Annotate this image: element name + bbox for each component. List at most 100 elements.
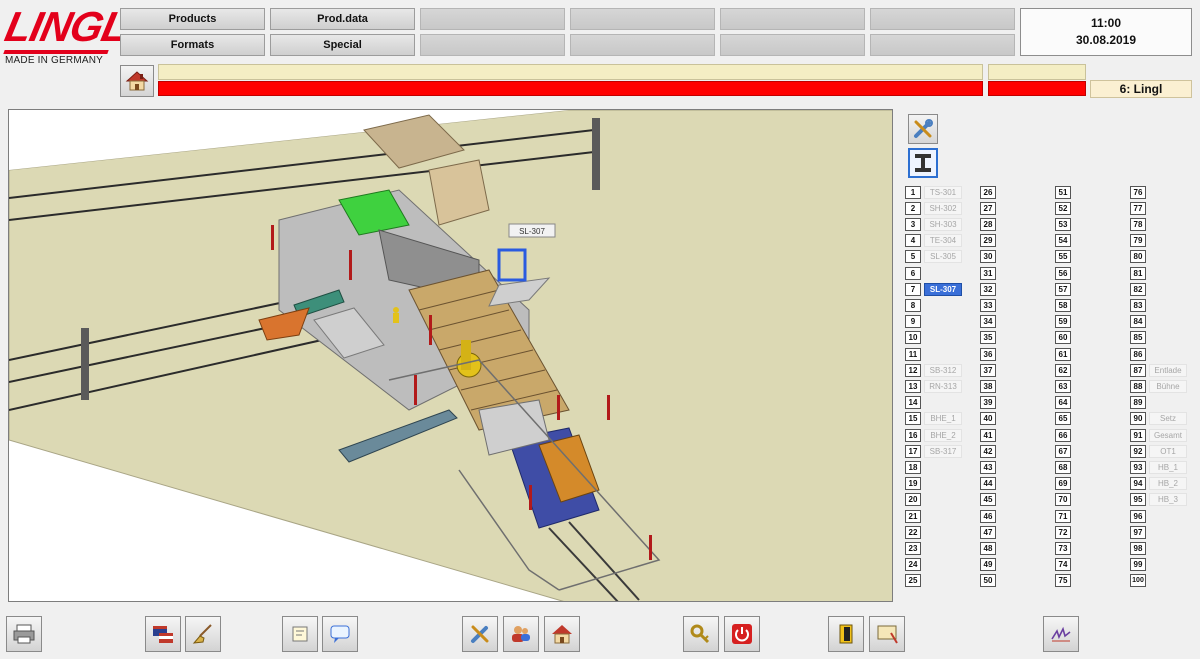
station-label[interactable]: BHE_2 [924, 428, 962, 442]
station-row[interactable]: 41 [980, 428, 996, 442]
station-row[interactable]: 72 [1055, 525, 1071, 539]
station-number[interactable]: 66 [1055, 428, 1071, 442]
station-number[interactable]: 84 [1130, 315, 1146, 329]
station-number[interactable]: 14 [905, 396, 921, 410]
station-row[interactable]: 8 [905, 298, 962, 312]
station-label[interactable]: RN-313 [924, 379, 962, 393]
station-number[interactable]: 77 [1130, 201, 1146, 215]
station-number[interactable]: 22 [905, 525, 921, 539]
station-row[interactable]: 6 [905, 266, 962, 280]
station-label[interactable]: SB-317 [924, 444, 962, 458]
station-number[interactable]: 9 [905, 315, 921, 329]
station-number[interactable]: 60 [1055, 331, 1071, 345]
station-number[interactable]: 62 [1055, 363, 1071, 377]
station-row[interactable]: 100 [1130, 574, 1187, 588]
station-row[interactable]: 96 [1130, 509, 1187, 523]
station-number[interactable]: 36 [980, 347, 996, 361]
station-row[interactable]: 55 [1055, 250, 1071, 264]
station-number[interactable]: 56 [1055, 266, 1071, 280]
station-number[interactable]: 41 [980, 428, 996, 442]
station-row[interactable]: 10 [905, 331, 962, 345]
station-row[interactable]: 46 [980, 509, 996, 523]
station-number[interactable]: 70 [1055, 493, 1071, 507]
station-label[interactable]: SL-307 [924, 282, 962, 296]
station-row[interactable]: 21 [905, 509, 962, 523]
station-number[interactable]: 69 [1055, 477, 1071, 491]
exit-button[interactable] [828, 616, 864, 652]
station-row[interactable]: 93 HB_1 [1130, 460, 1187, 474]
station-number[interactable]: 73 [1055, 541, 1071, 555]
station-number[interactable]: 63 [1055, 379, 1071, 393]
station-number[interactable]: 20 [905, 493, 921, 507]
station-number[interactable]: 92 [1130, 444, 1146, 458]
station-row[interactable]: 36 [980, 347, 996, 361]
users-button[interactable] [503, 616, 539, 652]
station-number[interactable]: 39 [980, 396, 996, 410]
station-label[interactable]: OT1 [1149, 444, 1187, 458]
station-row[interactable]: 24 [905, 558, 962, 572]
station-label[interactable]: Bühne [1149, 379, 1187, 393]
station-number[interactable]: 82 [1130, 282, 1146, 296]
station-number[interactable]: 17 [905, 444, 921, 458]
station-number[interactable]: 75 [1055, 574, 1071, 588]
station-row[interactable]: 16 BHE_2 [905, 428, 962, 442]
station-row[interactable]: 28 [980, 217, 996, 231]
station-number[interactable]: 27 [980, 201, 996, 215]
power-button[interactable] [724, 616, 760, 652]
station-row[interactable]: 4 TE-304 [905, 234, 962, 248]
station-number[interactable]: 19 [905, 477, 921, 491]
station-row[interactable]: 49 [980, 558, 996, 572]
station-number[interactable]: 5 [905, 250, 921, 264]
station-row[interactable]: 69 [1055, 477, 1071, 491]
menu-prod-data-button[interactable]: Prod.data [270, 8, 415, 30]
station-row[interactable]: 34 [980, 315, 996, 329]
station-label[interactable]: HB_2 [1149, 477, 1187, 491]
station-number[interactable]: 38 [980, 379, 996, 393]
station-row[interactable]: 20 [905, 493, 962, 507]
station-row[interactable]: 61 [1055, 347, 1071, 361]
station-row[interactable]: 87 Entlade [1130, 363, 1187, 377]
station-label[interactable]: BHE_1 [924, 412, 962, 426]
station-number[interactable]: 96 [1130, 509, 1146, 523]
station-number[interactable]: 58 [1055, 298, 1071, 312]
station-row[interactable]: 52 [1055, 201, 1071, 215]
station-row[interactable]: 63 [1055, 379, 1071, 393]
station-row[interactable]: 13 RN-313 [905, 379, 962, 393]
station-number[interactable]: 37 [980, 363, 996, 377]
station-row[interactable]: 9 [905, 315, 962, 329]
station-row[interactable]: 31 [980, 266, 996, 280]
station-number[interactable]: 7 [905, 282, 921, 296]
station-row[interactable]: 37 [980, 363, 996, 377]
station-number[interactable]: 81 [1130, 266, 1146, 280]
station-number[interactable]: 40 [980, 412, 996, 426]
station-row[interactable]: 80 [1130, 250, 1187, 264]
station-row[interactable]: 71 [1055, 509, 1071, 523]
station-row[interactable]: 47 [980, 525, 996, 539]
station-number[interactable]: 30 [980, 250, 996, 264]
station-label[interactable]: TS-301 [924, 185, 962, 199]
station-row[interactable]: 92 OT1 [1130, 444, 1187, 458]
station-row[interactable]: 88 Bühne [1130, 379, 1187, 393]
station-row[interactable]: 19 [905, 477, 962, 491]
station-number[interactable]: 29 [980, 234, 996, 248]
station-number[interactable]: 1 [905, 185, 921, 199]
plant-3d-view[interactable]: SL-307 [8, 109, 893, 602]
station-row[interactable]: 29 [980, 234, 996, 248]
station-number[interactable]: 52 [1055, 201, 1071, 215]
station-number[interactable]: 88 [1130, 379, 1146, 393]
station-number[interactable]: 15 [905, 412, 921, 426]
signature-button[interactable] [1043, 616, 1079, 652]
station-row[interactable]: 26 [980, 185, 996, 199]
station-row[interactable]: 83 [1130, 298, 1187, 312]
station-number[interactable]: 80 [1130, 250, 1146, 264]
station-row[interactable]: 78 [1130, 217, 1187, 231]
station-number[interactable]: 12 [905, 363, 921, 377]
station-row[interactable]: 98 [1130, 541, 1187, 555]
station-number[interactable]: 23 [905, 541, 921, 555]
station-number[interactable]: 50 [980, 574, 996, 588]
station-number[interactable]: 59 [1055, 315, 1071, 329]
screen-edit-button[interactable] [869, 616, 905, 652]
station-row[interactable]: 56 [1055, 266, 1071, 280]
station-row[interactable]: 58 [1055, 298, 1071, 312]
station-number[interactable]: 100 [1130, 574, 1146, 588]
